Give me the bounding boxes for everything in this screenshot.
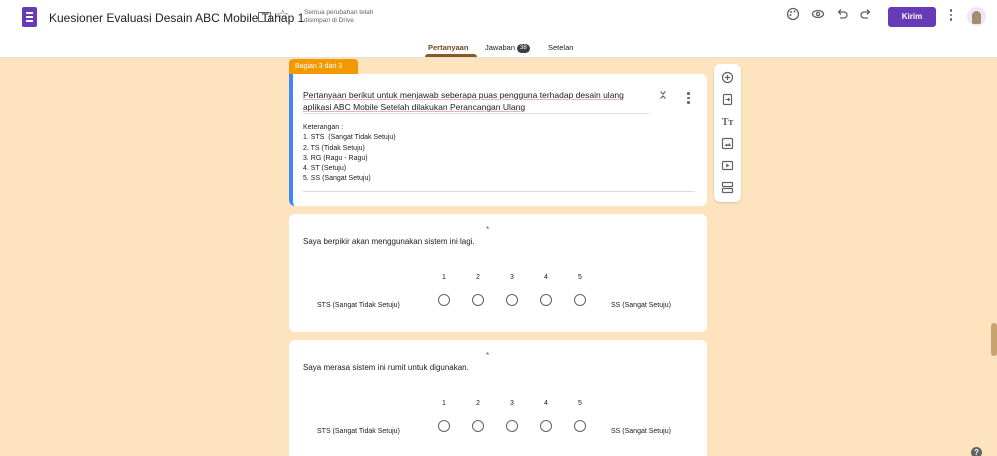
description-underline: [303, 191, 695, 192]
scale-number: 2: [476, 400, 480, 407]
question-text: Saya merasa sistem ini rumit untuk digun…: [303, 363, 469, 372]
section-more-icon[interactable]: [687, 92, 691, 106]
scale-low-label: STS (Sangat Tidak Setuju): [317, 302, 400, 309]
question-card[interactable]: * Saya berpikir akan menggunakan sistem …: [289, 214, 707, 332]
description-line: 3. RG (Ragu - Ragu): [303, 154, 368, 162]
tab-questions[interactable]: Pertanyaan: [428, 43, 468, 52]
scale-number: 4: [544, 400, 548, 407]
section-description[interactable]: Keterangan : 1. STS (Sangat Tidak Setuju…: [303, 123, 396, 185]
scale-number: 3: [510, 400, 514, 407]
section-header-card[interactable]: Pertanyaan berikut untuk menjawab sebera…: [289, 74, 707, 206]
scale-number: 2: [476, 274, 480, 281]
tab-responses[interactable]: Jawaban 38: [485, 43, 530, 53]
palette-icon[interactable]: [785, 7, 801, 23]
send-button[interactable]: Kirim: [888, 7, 936, 27]
scale-number: 5: [578, 400, 582, 407]
radio-option-5[interactable]: [574, 294, 586, 306]
section-badge: Bagian 3 dari 3: [289, 59, 358, 74]
radio-option-2[interactable]: [472, 420, 484, 432]
radio-option-4[interactable]: [540, 294, 552, 306]
add-title-icon[interactable]: Tт: [720, 115, 735, 130]
star-icon[interactable]: ☆: [276, 8, 289, 23]
description-line: Keterangan :: [303, 124, 344, 131]
redo-icon[interactable]: [858, 7, 874, 23]
scale-high-label: SS (Sangat Setuju): [611, 302, 671, 309]
add-question-icon[interactable]: [720, 71, 735, 86]
description-line: 1. STS (Sangat Tidak Setuju): [303, 134, 396, 142]
add-video-icon[interactable]: [720, 159, 735, 174]
scale-number: 1: [442, 400, 446, 407]
scrollbar-thumb[interactable]: [991, 323, 997, 356]
question-text: Saya berpikir akan menggunakan sistem in…: [303, 237, 475, 246]
radio-option-1[interactable]: [438, 294, 450, 306]
scale-number: 1: [442, 274, 446, 281]
tab-settings[interactable]: Setelan: [548, 43, 573, 52]
question-card[interactable]: * Saya merasa sistem ini rumit untuk dig…: [289, 340, 707, 456]
scale-number: 3: [510, 274, 514, 281]
radio-option-3[interactable]: [506, 420, 518, 432]
title-underline: [303, 113, 649, 114]
undo-icon[interactable]: [834, 7, 850, 23]
scale-low-label: STS (Sangat Tidak Setuju): [317, 428, 400, 435]
save-status: Semua perubahan telah disimpan di Drive: [304, 9, 374, 24]
avatar[interactable]: [967, 7, 986, 26]
responses-count-badge: 38: [517, 44, 530, 53]
forms-app-icon[interactable]: [22, 7, 37, 27]
preview-eye-icon[interactable]: [810, 7, 826, 23]
radio-option-5[interactable]: [574, 420, 586, 432]
more-vert-icon[interactable]: [949, 9, 953, 23]
top-bar: Kuesioner Evaluasi Desain ABC Mobile Tah…: [0, 0, 997, 58]
active-tab-indicator: [425, 54, 477, 57]
add-image-icon[interactable]: [720, 137, 735, 152]
floating-toolbar: Tт: [714, 64, 741, 202]
tab-responses-label: Jawaban: [485, 43, 516, 52]
tab-bar: Pertanyaan Jawaban 38 Setelan: [0, 43, 997, 57]
import-questions-icon[interactable]: [720, 93, 735, 108]
scale-number: 4: [544, 274, 548, 281]
collapse-section-icon[interactable]: [659, 90, 667, 103]
folder-icon[interactable]: [258, 12, 271, 22]
scale-high-label: SS (Sangat Setuju): [611, 428, 671, 435]
radio-option-2[interactable]: [472, 294, 484, 306]
radio-option-1[interactable]: [438, 420, 450, 432]
add-section-icon[interactable]: [720, 181, 735, 196]
required-asterisk: *: [486, 225, 490, 234]
required-asterisk: *: [486, 351, 490, 360]
section-title[interactable]: Pertanyaan berikut untuk menjawab sebera…: [303, 89, 643, 113]
description-line: 4. ST (Setuju): [303, 165, 347, 173]
description-line: 2. TS (Tidak Setuju): [303, 144, 365, 152]
help-icon[interactable]: ?: [971, 447, 982, 456]
description-line: 5. SS (Sangat Setuju): [303, 175, 371, 183]
radio-option-3[interactable]: [506, 294, 518, 306]
scale-number: 5: [578, 274, 582, 281]
radio-option-4[interactable]: [540, 420, 552, 432]
